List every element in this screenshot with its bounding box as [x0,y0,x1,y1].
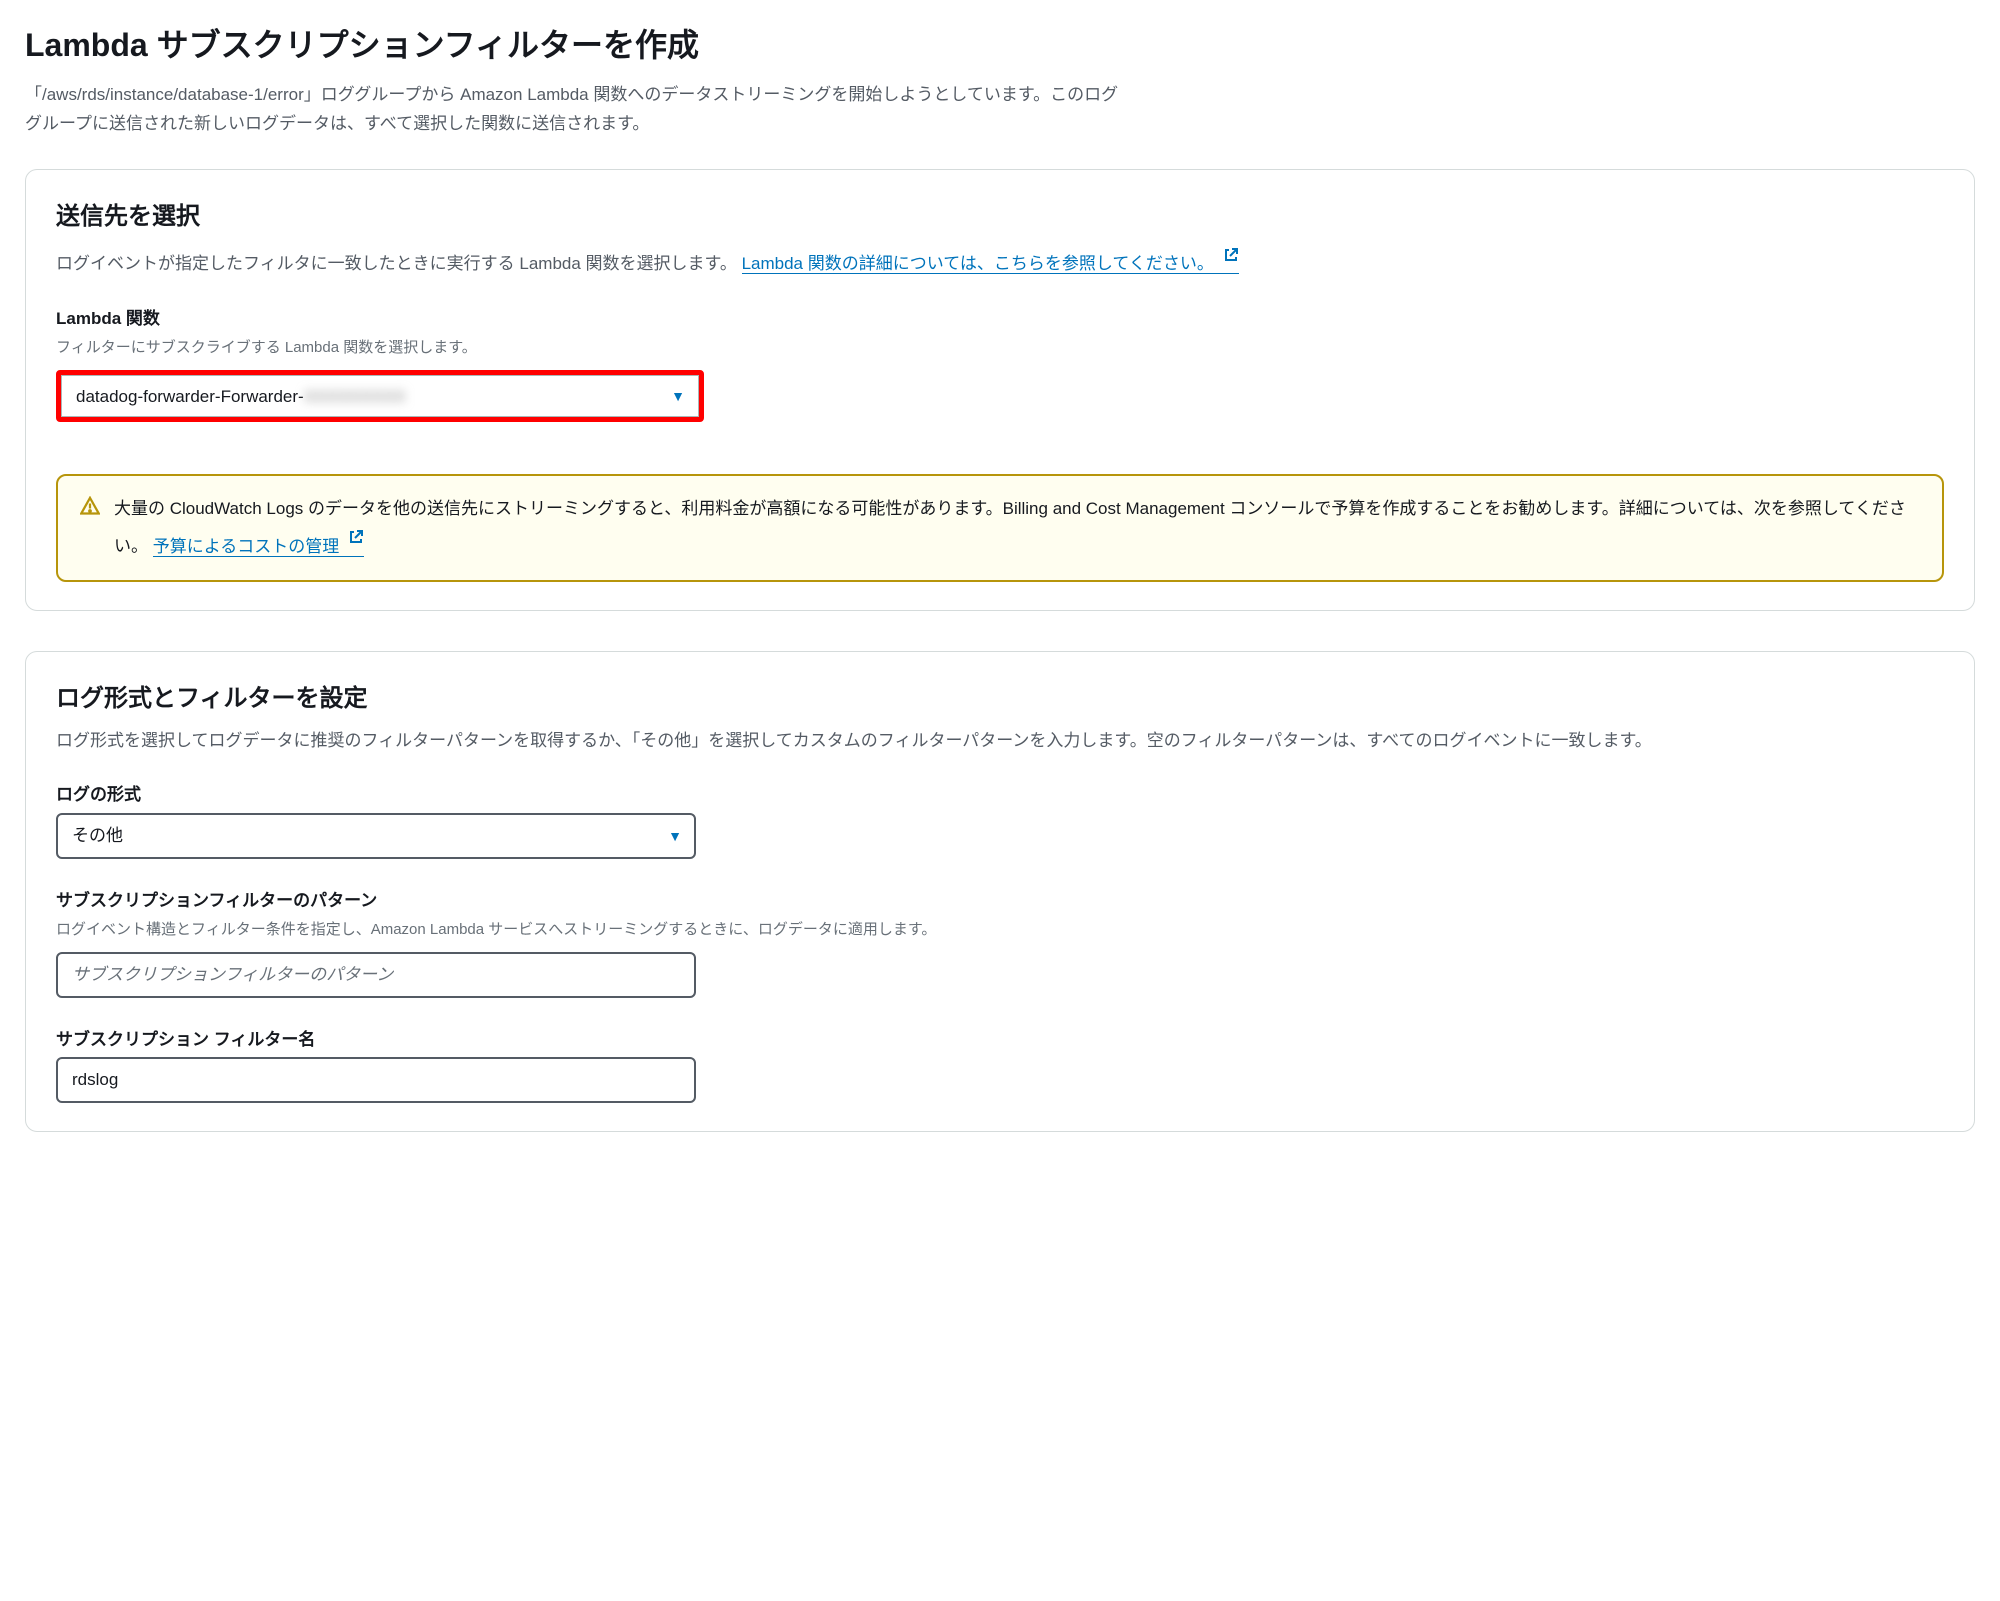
external-link-icon [348,525,364,556]
lambda-function-field: Lambda 関数 フィルターにサブスクライブする Lambda 関数を選択しま… [56,305,1944,446]
external-link-icon [1223,244,1239,273]
warning-icon [80,496,100,562]
log-format-value: その他 [72,822,123,849]
budget-link[interactable]: 予算によるコストの管理 [153,537,364,557]
destination-description-text: ログイベントが指定したフィルタに一致したときに実行する Lambda 関数を選択… [56,254,742,273]
filter-pattern-field: サブスクリプションフィルターのパターン ログイベント構造とフィルター条件を指定し… [56,887,1944,998]
log-format-label: ログの形式 [56,781,1944,808]
filter-pattern-label: サブスクリプションフィルターのパターン [56,887,1944,914]
page-description: 「/aws/rds/instance/database-1/error」ロググル… [25,81,1125,139]
config-card: ログ形式とフィルターを設定 ログ形式を選択してログデータに推奨のフィルターパター… [25,651,1975,1132]
filter-pattern-input[interactable] [56,952,696,998]
lambda-function-label: Lambda 関数 [56,305,1944,332]
lambda-select-redacted: XXXXXXXXX [304,383,406,410]
config-title: ログ形式とフィルターを設定 [56,680,1944,718]
lambda-function-select[interactable]: datadog-forwarder-Forwarder- XXXXXXXXX [61,375,699,417]
alert-text-content: 大量の CloudWatch Logs のデータを他の送信先にストリーミングする… [114,499,1906,555]
alert-text: 大量の CloudWatch Logs のデータを他の送信先にストリーミングする… [114,494,1920,562]
lambda-function-description: フィルターにサブスクライブする Lambda 関数を選択します。 [56,336,1944,360]
filter-name-field: サブスクリプション フィルター名 [56,1026,1944,1103]
lambda-select-highlight: datadog-forwarder-Forwarder- XXXXXXXXX ▼ [56,370,704,422]
filter-pattern-description: ログイベント構造とフィルター条件を指定し、Amazon Lambda サービスへ… [56,918,1944,942]
lambda-details-link[interactable]: Lambda 関数の詳細については、こちらを参照してください。 [742,254,1239,274]
lambda-details-link-text: Lambda 関数の詳細については、こちらを参照してください。 [742,254,1214,273]
lambda-select-value: datadog-forwarder-Forwarder- [76,383,304,410]
config-description: ログ形式を選択してログデータに推奨のフィルターパターンを取得するか、「その他」を… [56,727,1944,756]
filter-name-input[interactable] [56,1057,696,1103]
log-format-field: ログの形式 その他 ▼ [56,781,1944,858]
filter-name-label: サブスクリプション フィルター名 [56,1026,1944,1053]
destination-card: 送信先を選択 ログイベントが指定したフィルタに一致したときに実行する Lambd… [25,169,1975,611]
destination-title: 送信先を選択 [56,198,1944,236]
budget-link-text: 予算によるコストの管理 [153,537,340,556]
cost-warning-alert: 大量の CloudWatch Logs のデータを他の送信先にストリーミングする… [56,474,1944,582]
destination-description: ログイベントが指定したフィルタに一致したときに実行する Lambda 関数を選択… [56,244,1944,279]
page-title: Lambda サブスクリプションフィルターを作成 [25,20,1975,71]
log-format-select[interactable]: その他 [56,813,696,859]
